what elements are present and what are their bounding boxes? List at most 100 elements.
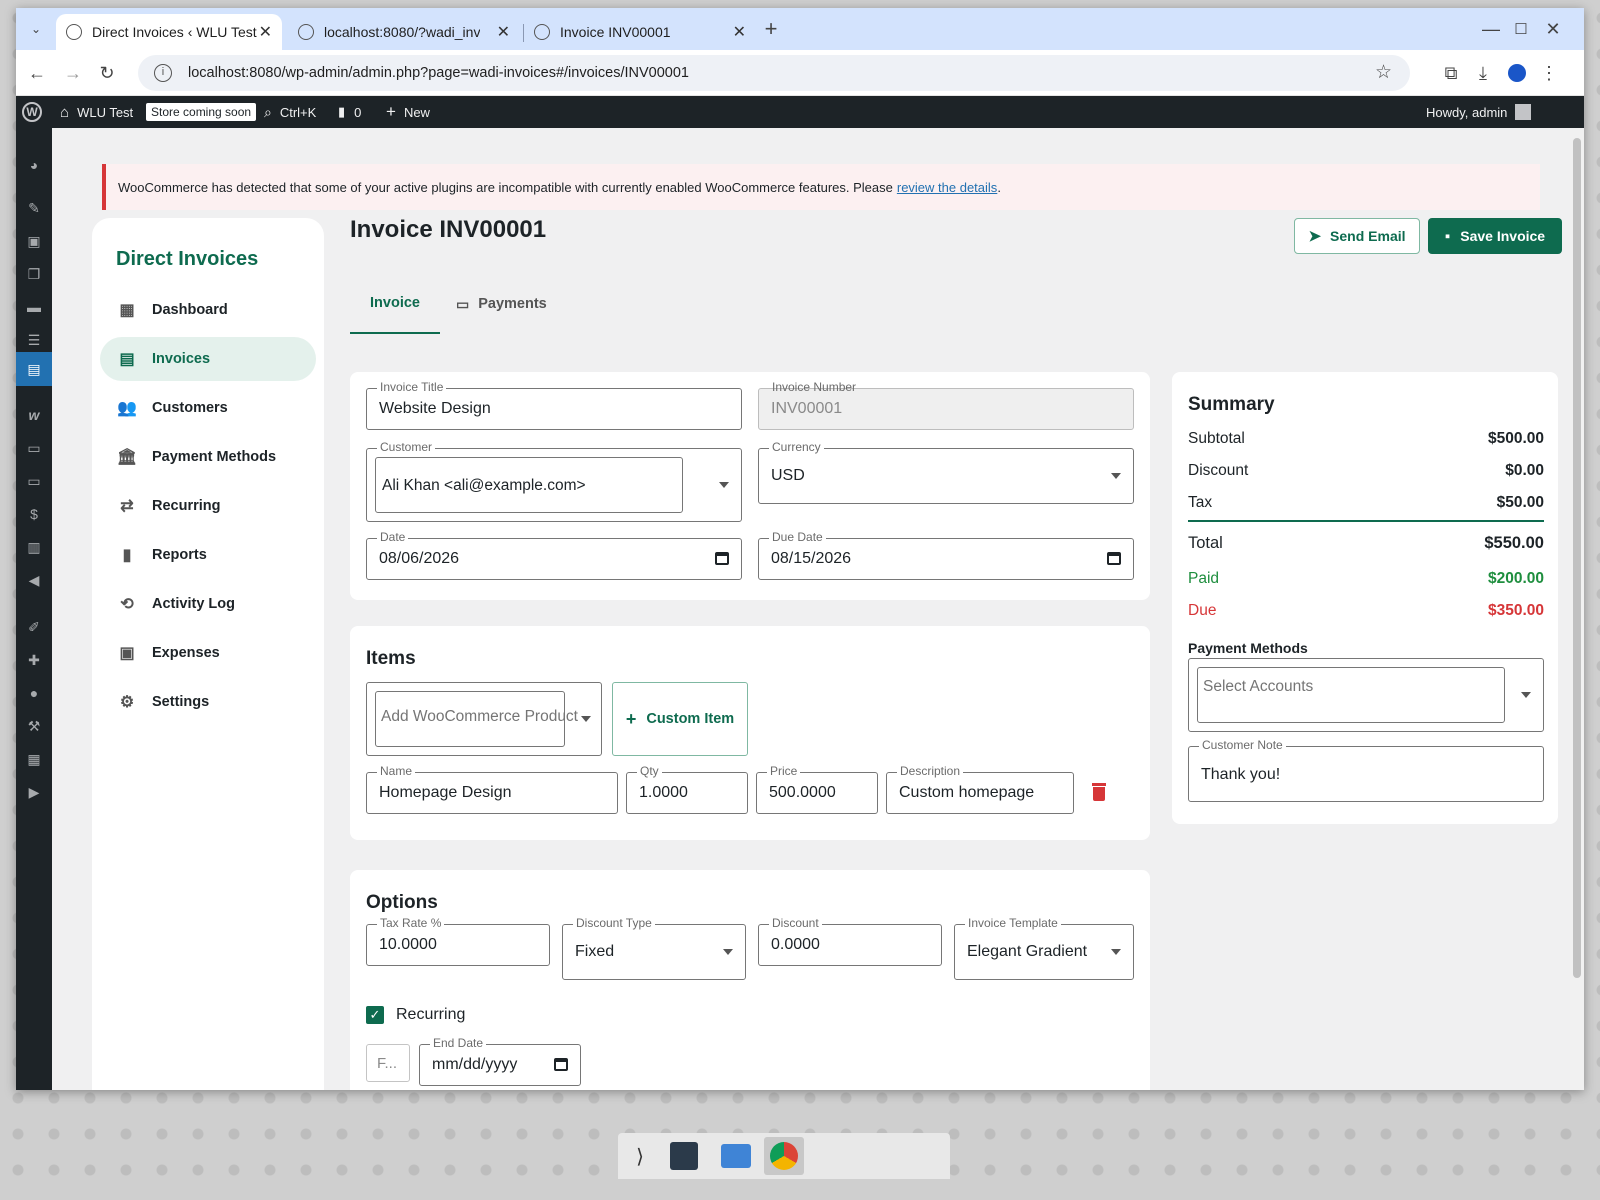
brush-icon[interactable]: ✐ [24,618,44,636]
product-select[interactable]: Add WooCommerce Product [366,682,602,756]
browser-tab-invoice[interactable]: Invoice INV00001 ✕ [524,14,756,50]
settings-icon[interactable]: ▦ [24,750,44,768]
menu-kebab-icon[interactable]: ⋮ [1534,58,1564,88]
account-menu[interactable]: Howdy, admin [1426,96,1532,128]
invoice-menu-icon[interactable]: ▤ [24,360,44,378]
wordpress-logo-icon[interactable]: W [22,96,42,128]
user-icon[interactable]: ● [24,684,44,702]
bookmark-star-icon[interactable]: ☆ [1375,61,1392,84]
due-date-field[interactable]: Due Date 08/15/2026 [758,530,1134,580]
recurring-checkbox[interactable]: ✓ Recurring [366,1006,465,1024]
page-scrollbar[interactable] [1570,128,1584,1090]
chevron-down-icon[interactable] [1111,949,1121,955]
calendar-icon[interactable] [554,1058,568,1071]
customer-search-input[interactable]: Ali Khan <ali@example.com> [375,457,683,513]
site-info-icon[interactable]: i [154,64,172,82]
customer-select[interactable]: Customer Ali Khan <ali@example.com> [366,440,742,522]
end-date-field[interactable]: End Date mm/dd/yyyy [419,1036,581,1086]
nav-item-payment-methods[interactable]: 🏛 Payment Methods [100,435,316,479]
discount-field[interactable]: Discount 0.0000 [758,916,942,966]
launcher-icon[interactable]: ⟩ [620,1137,660,1175]
forward-icon[interactable]: → [58,58,88,88]
nav-item-activity-log[interactable]: ⟲ Activity Log [100,582,316,626]
chevron-down-icon[interactable] [719,482,729,488]
item-price-field[interactable]: Price 500.0000 [756,764,878,814]
megaphone-icon[interactable]: ◀ [24,571,44,589]
chevron-down-icon[interactable] [1111,473,1121,479]
delete-item-trash-icon[interactable] [1092,783,1106,801]
tab-payments[interactable]: ▭ Payments [456,274,556,334]
invoice-template-select[interactable]: Invoice Template Elegant Gradient [954,916,1134,980]
profile-icon[interactable] [1502,58,1532,88]
discount-type-select[interactable]: Discount Type Fixed [562,916,746,980]
frequency-select[interactable]: F... [366,1044,410,1082]
close-window-icon[interactable]: ✕ [1538,14,1568,44]
wrench-icon[interactable]: ⚒ [24,717,44,735]
nav-item-customers[interactable]: 👥 Customers [100,386,316,430]
chrome-app-icon[interactable] [764,1137,804,1175]
nav-item-recurring[interactable]: ⇄ Recurring [100,484,316,528]
archive-icon[interactable]: ▭ [24,439,44,457]
date-field[interactable]: Date 08/06/2026 [366,530,742,580]
custom-item-button[interactable]: + Custom Item [612,682,748,756]
address-bar[interactable]: i localhost:8080/wp-admin/admin.php?page… [138,55,1410,91]
item-description-field[interactable]: Description Custom homepage [886,764,1074,814]
product-search-input[interactable]: Add WooCommerce Product [375,691,578,747]
tab-search-icon[interactable]: ⌄ [20,14,52,44]
chevron-down-icon[interactable] [1521,692,1531,698]
payment-methods-select[interactable]: Select Accounts [1188,658,1544,732]
currency-select[interactable]: Currency USD [758,440,1134,504]
nav-item-expenses[interactable]: ▣ Expenses [100,631,316,675]
pin-icon[interactable]: ✎ [24,199,44,217]
back-icon[interactable]: ← [22,58,52,88]
dashboard-gauge-icon[interactable]: ◕ [24,156,44,174]
pages-icon[interactable]: ❐ [24,265,44,283]
send-email-button[interactable]: ➤ Send Email [1294,218,1420,254]
close-tab-icon[interactable]: ✕ [259,22,272,42]
feedback-icon[interactable]: ▭ [24,472,44,490]
calendar-icon[interactable] [715,552,729,565]
accounts-search-input[interactable]: Select Accounts [1197,667,1505,723]
dollar-icon[interactable]: $ [24,505,44,523]
nav-item-reports[interactable]: ▮ Reports [100,533,316,577]
nav-item-invoices[interactable]: ▤ Invoices [100,337,316,381]
invoice-title-field[interactable]: Invoice Title Website Design [366,380,742,430]
comments-link[interactable]: ▮ 0 [338,96,361,128]
save-invoice-button[interactable]: ▪ Save Invoice [1428,218,1562,254]
store-status-badge[interactable]: Store coming soon [146,96,257,128]
close-tab-icon[interactable]: ✕ [497,22,510,42]
globe-icon [534,24,550,40]
collapse-menu-icon[interactable]: ▶ [24,783,44,801]
nav-item-settings[interactable]: ⚙ Settings [100,680,316,724]
download-icon[interactable]: ⤓ [1468,58,1498,88]
plugin-icon[interactable]: ✚ [24,651,44,669]
comments-icon[interactable]: ▬ [24,298,44,316]
woocommerce-icon[interactable]: w [24,406,44,424]
nav-item-dashboard[interactable]: ▦ Dashboard [100,288,316,332]
reload-icon[interactable]: ↻ [92,58,122,88]
new-tab-icon[interactable]: + [756,14,786,44]
maximize-icon[interactable]: ☐ [1506,14,1536,44]
tax-rate-field[interactable]: Tax Rate % 10.0000 [366,916,550,966]
site-name-link[interactable]: ⌂ WLU Test [60,96,133,128]
tab-invoice[interactable]: Invoice [350,274,440,334]
command-palette-link[interactable]: ⌕ Ctrl+K [264,96,316,128]
analytics-icon[interactable]: ▥ [24,538,44,556]
customer-note-field[interactable]: Customer Note Thank you! [1188,738,1544,802]
browser-tab-direct-invoices[interactable]: Direct Invoices ‹ WLU Test ✕ [56,14,282,50]
scrollbar-thumb[interactable] [1573,138,1581,978]
minimize-icon[interactable]: — [1476,14,1506,44]
new-content-link[interactable]: + New [386,96,430,128]
item-name-field[interactable]: Name Homepage Design [366,764,618,814]
list-icon[interactable]: ☰ [24,331,44,349]
media-icon[interactable]: ▣ [24,232,44,250]
chevron-down-icon[interactable] [581,716,591,722]
chevron-down-icon[interactable] [723,949,733,955]
extensions-icon[interactable]: ⧉ [1436,58,1466,88]
calendar-icon[interactable] [1107,552,1121,565]
browser-tab-localhost[interactable]: localhost:8080/?wadi_inv ✕ [288,14,520,50]
close-tab-icon[interactable]: ✕ [733,22,746,42]
settings-app-icon[interactable] [664,1137,704,1175]
files-app-icon[interactable] [716,1137,756,1175]
item-qty-field[interactable]: Qty 1.0000 [626,764,748,814]
